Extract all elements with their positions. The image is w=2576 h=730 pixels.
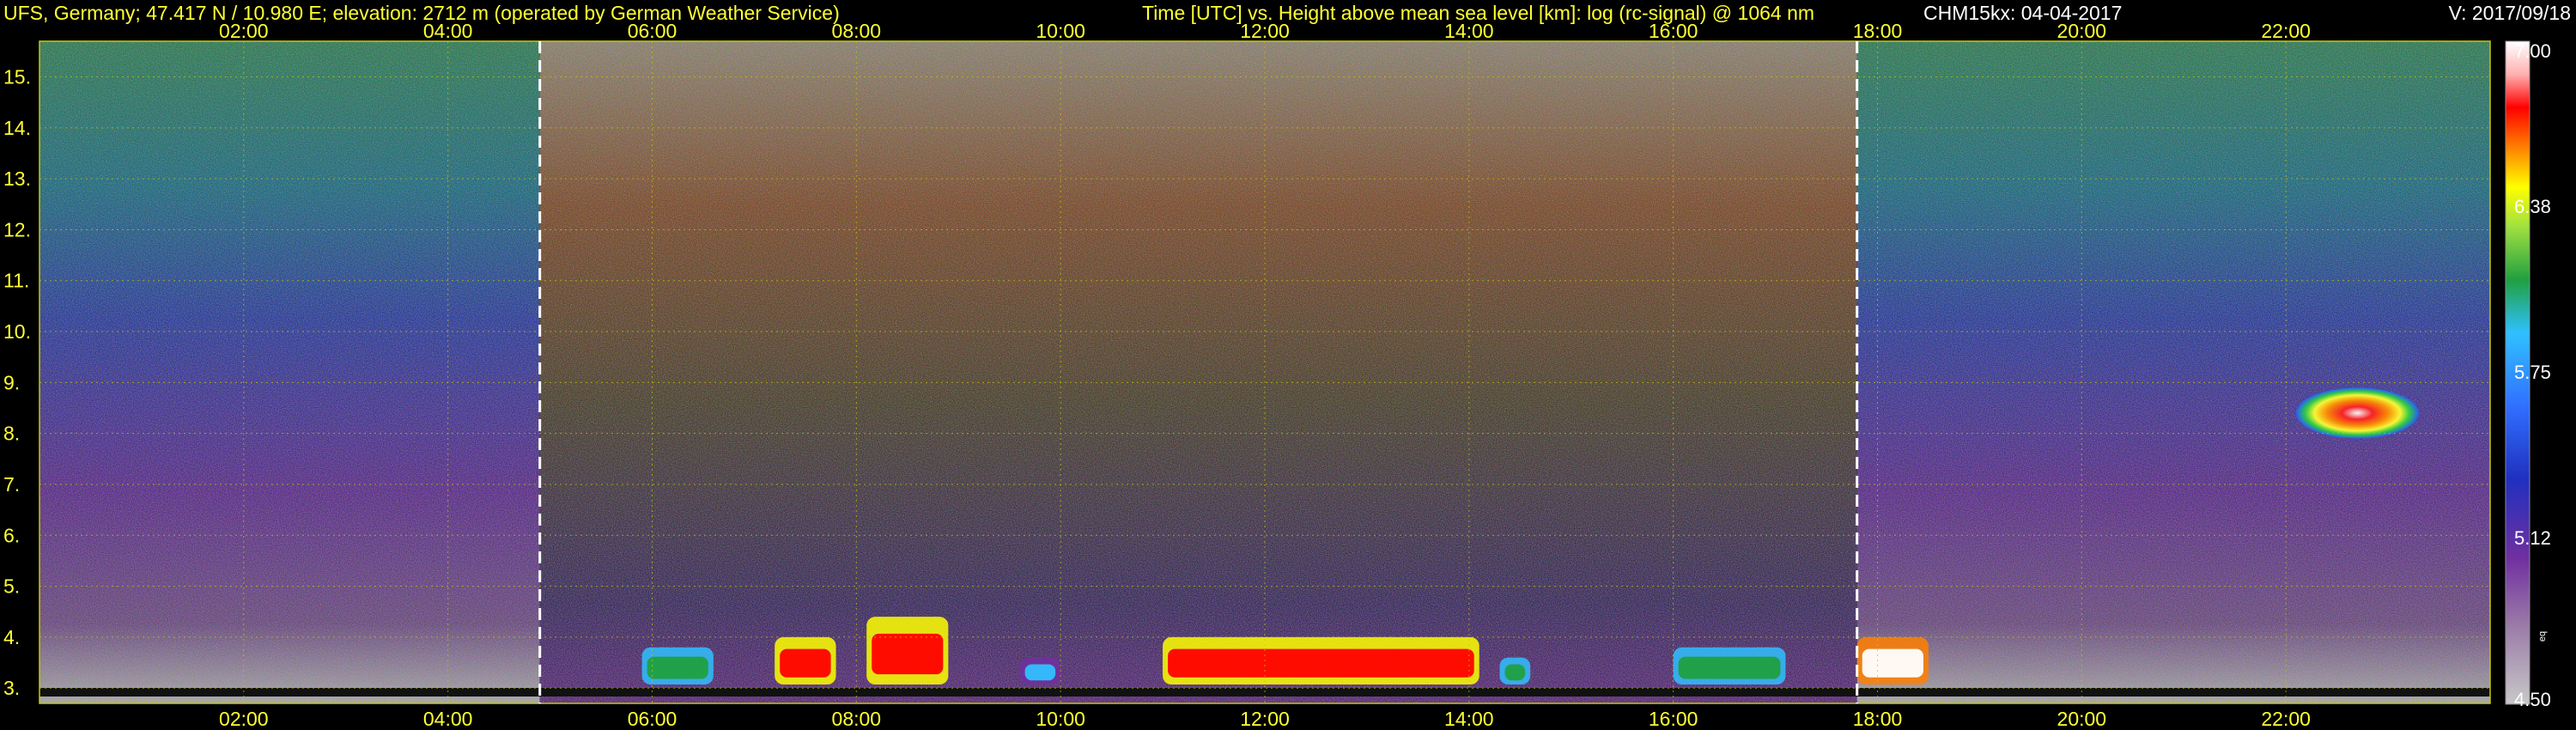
aerosol-layer-core <box>1504 664 1526 681</box>
aerosol-layer-core <box>1168 648 1474 678</box>
y-tick-label: 5. <box>3 575 20 598</box>
plot-title: Time [UTC] vs. Height above mean sea lev… <box>1142 2 1815 24</box>
y-axis: 3. 4. 5. 6. 7. 8. 9. 10. 11. 12. 13. 14. 15. <box>3 66 31 700</box>
y-tick-label: 4. <box>3 626 20 648</box>
instrument-date: CHM15kx: 04-04-2017 <box>1923 2 2123 24</box>
aerosol-layer-core <box>780 648 831 678</box>
y-tick-label: 3. <box>3 677 20 699</box>
x-tick-label: 02:00 <box>219 708 269 730</box>
x-tick-label: 14:00 <box>1444 708 1494 730</box>
x-axis-bottom: 02:00 04:00 06:00 08:00 10:00 12:00 14:00 16:00… <box>219 708 2311 730</box>
cloud-layer <box>2296 387 2419 439</box>
chart-svg: 02:00 04:00 06:00 08:00 10:00 12:00 14:00 16:00… <box>3 20 2530 730</box>
aerosol-layer-core <box>872 633 944 675</box>
y-tick-label: 10. <box>3 320 31 343</box>
colorbar-note: eq <box>2537 630 2549 642</box>
y-tick-label: 9. <box>3 371 20 393</box>
aerosol-layer-core <box>647 656 708 679</box>
colorbar-tick-label: 5.75 <box>2514 362 2551 383</box>
x-tick-label: 12:00 <box>1240 708 1290 730</box>
x-tick-label: 18:00 <box>1853 20 1903 42</box>
x-tick-label: 08:00 <box>832 708 882 730</box>
x-tick-label: 10:00 <box>1036 708 1085 730</box>
y-tick-label: 7. <box>3 473 20 496</box>
colorbar-tick-label: 5.12 <box>2514 527 2551 549</box>
y-tick-label: 14. <box>3 117 31 139</box>
y-tick-label: 8. <box>3 423 20 445</box>
colorbar-tick-label: 7.00 <box>2514 40 2551 62</box>
x-tick-label: 20:00 <box>2057 708 2107 730</box>
y-tick-label: 6. <box>3 524 20 546</box>
y-tick-label: 11. <box>3 270 29 292</box>
station-info: UFS, Germany; 47.417 N / 10.980 E; eleva… <box>3 2 840 24</box>
aerosol-layer-core <box>1862 648 1923 678</box>
colorbar-tick-label: 4.50 <box>2514 689 2551 710</box>
x-tick-label: 22:00 <box>2261 708 2311 730</box>
x-tick-label: 06:00 <box>628 708 677 730</box>
y-tick-label: 13. <box>3 167 31 190</box>
y-tick-label: 12. <box>3 218 31 240</box>
x-tick-label: 10:00 <box>1036 20 1085 42</box>
x-tick-label: 04:00 <box>423 708 473 730</box>
aerosol-layer-core <box>1024 664 1056 681</box>
x-tick-label: 22:00 <box>2261 20 2311 42</box>
x-tick-label: 16:00 <box>1649 708 1698 730</box>
y-tick-label: 15. <box>3 66 31 88</box>
version-label: V: 2017/09/18 <box>2448 2 2571 24</box>
colorbar-tick-label: 6.38 <box>2514 196 2551 217</box>
x-tick-label: 18:00 <box>1853 708 1903 730</box>
aerosol-layer-core <box>1678 656 1781 679</box>
